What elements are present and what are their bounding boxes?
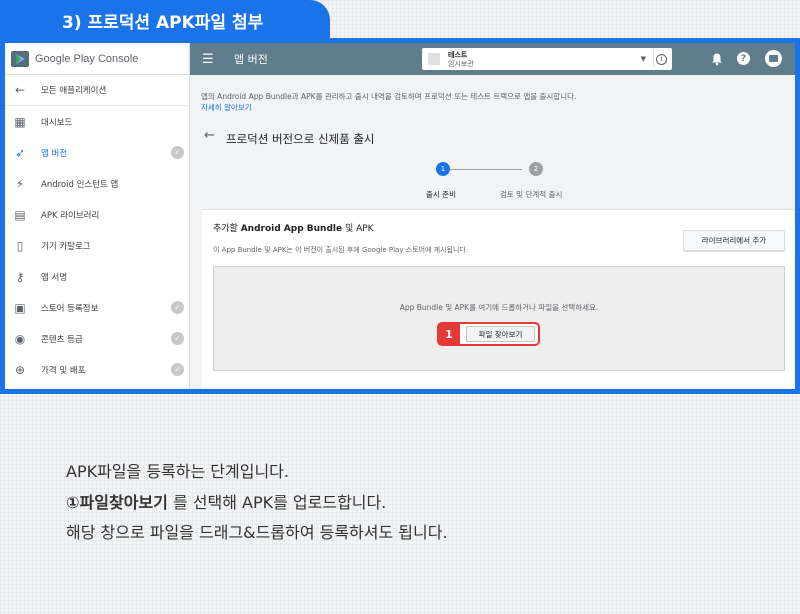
globe-icon: ⊕ [14, 362, 26, 377]
step-2-indicator: 2 [529, 162, 543, 176]
card-subtitle: 이 App Bundle 및 APK는 이 버전이 출시된 후에 Google … [213, 246, 469, 254]
highlight-box: 1 파일 찾아보기 [437, 322, 540, 346]
store-icon: ▣ [14, 300, 26, 315]
check-circle-icon: ✓ [171, 301, 184, 314]
dropzone-text: App Bundle 및 APK를 여기에 드롭하거나 파일을 선택하세요. [399, 303, 599, 312]
app-name: 테스트 [448, 50, 468, 59]
sidebar-item-label: 모든 애플리케이션 [41, 86, 107, 96]
check-circle-icon: ✓ [171, 146, 184, 159]
check-circle-icon: ✓ [171, 332, 184, 345]
sidebar-item-label: 앱 서명 [41, 272, 68, 283]
caption-highlight: ①파일찾아보기 [66, 493, 168, 512]
sidebar-item-label: 앱 버전 [41, 148, 68, 159]
stepper-connector [449, 169, 522, 170]
sidebar-item-all-apps[interactable]: ← 모든 애플리케이션 [5, 75, 189, 106]
page-description: 앱의 Android App Bundle과 APK를 관리하고 출시 내역을 … [201, 92, 577, 101]
info-button[interactable]: i [653, 51, 669, 67]
sidebar-item-label: 스토어 등록정보 [41, 303, 99, 314]
sidebar-item[interactable]: ⚷ 앱 서명 [5, 261, 189, 292]
sidebar-item-label: 대시보드 [41, 117, 73, 128]
sidebar-item[interactable]: ▦ 대시보드 [5, 106, 189, 137]
help-icon[interactable]: ? [737, 52, 750, 65]
step-2-label: 검토 및 단계적 출시 [500, 190, 563, 199]
page-header-title: 앱 버전 [234, 53, 268, 66]
menu-icon[interactable]: ☰ [202, 52, 216, 67]
account-avatar[interactable] [765, 50, 782, 67]
page-title: 프로덕션 버전으로 신제품 출시 [226, 132, 375, 146]
browse-files-button[interactable]: 파일 찾아보기 [466, 326, 535, 342]
sidebar-item[interactable]: ◉ 콘텐츠 등급 ✓ [5, 323, 189, 354]
sidebar: Google Play Console ← 모든 애플리케이션 ▦ 대시보드 ➶ 앱 … [5, 43, 190, 389]
sidebar-item[interactable]: ▣ 스토어 등록정보 ✓ [5, 292, 189, 323]
back-arrow-icon[interactable]: ← [204, 128, 215, 143]
step-tab: 3) 프로덕션 APK파일 첨부 [0, 0, 330, 40]
app-status: 임시보관 [448, 59, 474, 68]
caption-line-2: ①파일찾아보기 를 선택해 APK를 업로드합니다. [66, 489, 386, 513]
dropdown-arrow-icon[interactable]: ▼ [641, 55, 646, 63]
app-name-block: 테스트 임시보관 [448, 51, 474, 68]
arrow-back-icon: ← [14, 83, 26, 97]
play-console-logo-icon [11, 50, 29, 67]
sidebar-item-label: APK 라이브러리 [41, 210, 100, 221]
device-icon: ▯ [16, 238, 24, 253]
add-from-library-button[interactable]: 라이브러리에서 추가 [683, 230, 785, 251]
app-selector[interactable]: 테스트 임시보관 ▼ i [422, 48, 672, 70]
caption-line-3: 해당 창으로 파일을 드래그&드롭하여 등록하셔도 됩니다. [66, 523, 448, 542]
sidebar-item-label: 기기 카탈로그 [41, 241, 91, 252]
sidebar-item-label: Android 인스턴트 앱 [41, 179, 119, 190]
info-icon: i [656, 53, 667, 65]
caption-line-1: APK파일을 등록하는 단계입니다. [66, 462, 289, 481]
bell-icon[interactable] [710, 52, 724, 66]
check-circle-icon: ✓ [171, 363, 184, 376]
dashboard-icon: ▦ [14, 114, 26, 129]
sidebar-nav-list: ▦ 대시보드 ➶ 앱 버전 ✓ ⚡ Android 인스턴트 앱 ▤ APK 라이브러리 ▯ 기기 … [5, 106, 189, 385]
sidebar-item[interactable]: ⊕ 가격 및 배포 ✓ [5, 354, 189, 385]
library-icon: ▤ [14, 207, 26, 222]
rocket-icon: ➶ [14, 145, 26, 160]
card-title: 추가할 Android App Bundle 및 APK [213, 224, 374, 234]
top-app-bar: ☰ 앱 버전 테스트 임시보관 ▼ i ? [190, 43, 795, 75]
sidebar-item[interactable]: ➶ 앱 버전 ✓ [5, 137, 189, 168]
step-tab-title: 3) 프로덕션 APK파일 첨부 [62, 12, 264, 33]
sidebar-item-label: 가격 및 배포 [41, 365, 86, 376]
console-screen: Google Play Console ← 모든 애플리케이션 ▦ 대시보드 ➶ 앱 … [5, 43, 795, 389]
sidebar-item[interactable]: ▯ 기기 카탈로그 [5, 230, 189, 261]
rating-icon: ◉ [14, 331, 26, 346]
logo-row[interactable]: Google Play Console [5, 43, 189, 75]
screenshot-frame: Google Play Console ← 모든 애플리케이션 ▦ 대시보드 ➶ 앱 … [0, 38, 800, 394]
step-1-label: 출시 준비 [426, 190, 456, 199]
sidebar-item[interactable]: ▤ APK 라이브러리 [5, 199, 189, 230]
instant-app-icon: ⚡ [15, 176, 25, 191]
main-content: 앱의 Android App Bundle과 APK를 관리하고 출시 내역을 … [190, 75, 795, 389]
sidebar-item-label: 콘텐츠 등급 [41, 334, 83, 345]
callout-badge: 1 [438, 323, 460, 345]
sidebar-item[interactable]: ⚡ Android 인스턴트 앱 [5, 168, 189, 199]
key-icon: ⚷ [15, 269, 25, 284]
logo-text: Google Play Console [35, 52, 139, 65]
caption-line-2-rest: 를 선택해 APK를 업로드합니다. [167, 493, 387, 512]
step-1-indicator: 1 [436, 162, 450, 176]
file-dropzone[interactable]: App Bundle 및 APK를 여기에 드롭하거나 파일을 선택하세요. 1… [213, 266, 785, 371]
upload-card: 추가할 Android App Bundle 및 APK 이 App Bundl… [202, 209, 795, 389]
app-thumbnail [428, 53, 440, 65]
learn-more-link[interactable]: 자세히 알아보기 [201, 102, 252, 113]
